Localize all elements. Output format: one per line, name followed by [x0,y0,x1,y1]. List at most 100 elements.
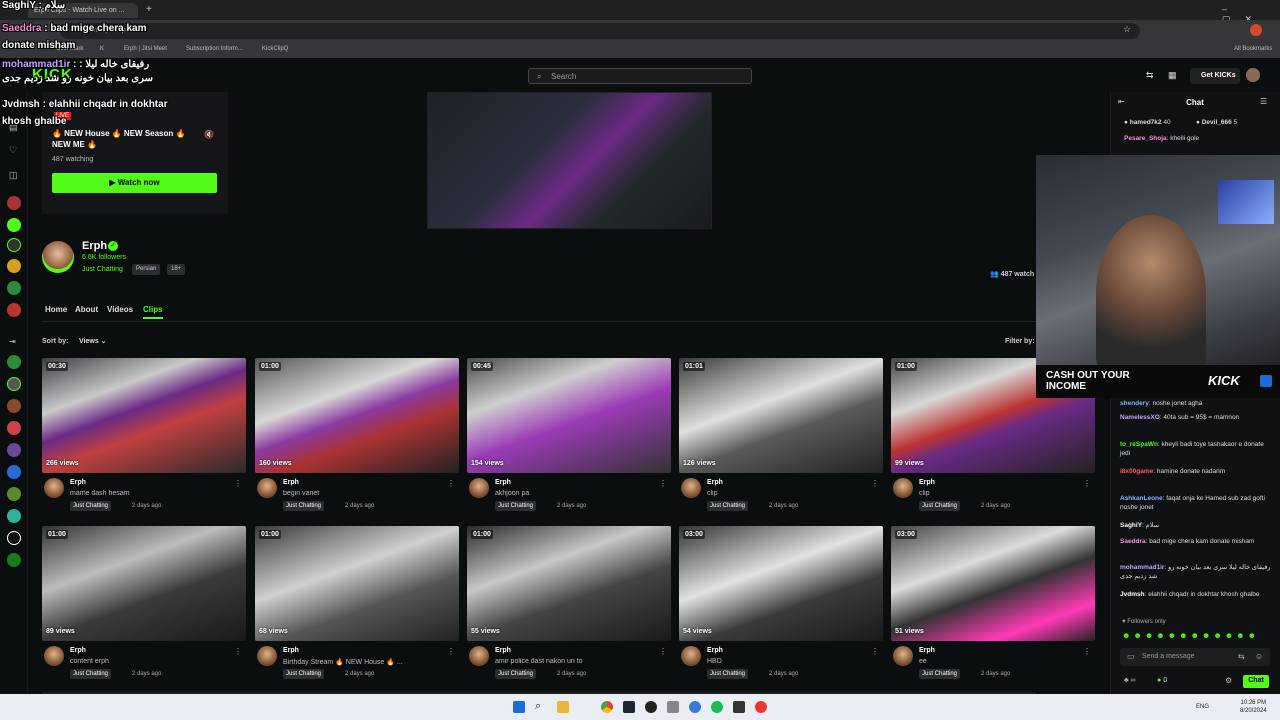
file-explorer-icon[interactable] [557,701,569,713]
clip-streamer-avatar[interactable] [257,478,277,498]
more-options-icon[interactable]: ⋮ [447,479,455,488]
clip-streamer-name[interactable]: Erph [283,479,299,486]
clip-streamer-name[interactable]: Erph [495,647,511,654]
clip-streamer-avatar[interactable] [893,646,913,666]
app-icon[interactable] [667,701,679,713]
chat-username[interactable]: SaghiY [1120,522,1142,529]
watch-now-button[interactable]: ▶ Watch now [52,173,217,193]
more-options-icon[interactable]: ⋮ [871,647,879,656]
url-input[interactable]: kick.com/erph/clips [60,23,1140,39]
clip-title[interactable]: clip [707,490,867,497]
clip-title[interactable]: HBD [707,658,867,665]
clip-streamer-avatar[interactable] [681,646,701,666]
chat-message[interactable]: AshkanLeone: faqat onja ke Hamed sub zad… [1120,494,1272,512]
channel-avatar-icon[interactable] [7,238,21,252]
bookmark-star-icon[interactable]: ☆ [1123,24,1131,35]
chat-message[interactable]: mohammad1ir: رفیقای خاله لیلا سری بعد بی… [1120,563,1272,581]
chat-message-input[interactable]: ▭ Send a message ⇆ ☺ [1120,648,1270,666]
following-icon[interactable]: ♡ [9,145,17,156]
chat-message[interactable]: Saeddra: bad mige chera kam donate misha… [1120,537,1272,546]
channel-avatar-icon[interactable] [7,487,21,501]
grid-icon[interactable]: ▦ [1168,70,1177,81]
chat-username[interactable]: to_reSpaWn [1120,441,1158,448]
clip-title[interactable]: amir police dast nakon un to [495,658,655,665]
clip-streamer-name[interactable]: Erph [707,647,723,654]
clip-title[interactable]: ee [919,658,1079,665]
chat-message[interactable]: SaghiY: سلام [1120,521,1272,530]
clip-streamer-avatar[interactable] [681,478,701,498]
channel-avatar-icon[interactable] [7,355,21,369]
clip-thumbnail[interactable]: 01:00 160 views [255,358,459,473]
chat-username[interactable]: Saeddra [1120,538,1146,545]
filter-label[interactable]: Filter by: [1005,338,1035,345]
steam-icon[interactable] [623,701,635,713]
more-options-icon[interactable]: ⋮ [447,647,455,656]
tag-pill[interactable]: 18+ [167,264,186,275]
system-clock[interactable]: 10:26 PM 8/20/2024 [1240,699,1267,715]
mute-icon[interactable]: 🔇 [204,130,214,139]
chat-users-icon[interactable]: ☰ [1260,97,1267,106]
channel-avatar-icon[interactable] [7,303,21,317]
channel-category-link[interactable]: Just Chatting [82,266,123,273]
tab-home[interactable]: Home [45,305,67,314]
clip-thumbnail[interactable]: 00:30 266 views [42,358,246,473]
channel-avatar-icon[interactable] [7,399,21,413]
kick-emote-icon[interactable]: ⇆ [1238,652,1245,661]
clip-thumbnail[interactable]: 00:45 154 views [467,358,671,473]
clip-card[interactable]: 00:45 154 views Erph akhjoon pa Just Chattin… [467,358,671,518]
chat-username[interactable]: shendery [1120,400,1149,407]
clip-streamer-name[interactable]: Erph [283,647,299,654]
clip-category[interactable]: Just Chatting [707,501,749,511]
kicks-icon[interactable]: ♣ ∞ [1124,677,1136,684]
clip-category[interactable]: Just Chatting [919,669,961,679]
emoji-icon[interactable]: ☺ [1255,652,1263,661]
channel-avatar-icon[interactable] [7,259,21,273]
chat-username[interactable]: i8x00game [1120,468,1153,475]
clip-streamer-name[interactable]: Erph [919,647,935,654]
clip-title[interactable]: akhjoon pa [495,490,655,497]
clip-streamer-name[interactable]: Erph [70,647,86,654]
more-options-icon[interactable]: ⋮ [1083,479,1091,488]
tab-videos[interactable]: Videos [107,305,133,314]
clip-streamer-name[interactable]: Erph [919,479,935,486]
clip-card[interactable]: 01:00 89 views Erph content erph Just Chatti… [42,526,246,686]
clip-category[interactable]: Just Chatting [707,669,749,679]
app-icon[interactable] [755,701,767,713]
channel-avatar-icon[interactable] [7,509,21,523]
stream-preview-player[interactable] [427,92,712,229]
bookmark-item[interactable]: KickClipQ [262,46,288,52]
channel-name[interactable]: Erph [82,240,107,252]
clip-thumbnail[interactable]: 01:01 126 views [679,358,883,473]
chat-username[interactable]: NamelessXO [1120,414,1160,421]
clip-streamer-avatar[interactable] [44,646,64,666]
more-options-icon[interactable]: ⋮ [659,647,667,656]
user-avatar[interactable] [1246,68,1260,82]
channel-avatar-icon[interactable] [7,281,21,295]
tag-pill[interactable]: Persian [132,264,161,275]
chat-message[interactable]: to_reSpaWn: kheyli badi toye tashakaor e… [1120,440,1272,458]
get-kicks-button[interactable]: Get KICKs [1190,68,1240,84]
chat-message[interactable]: NamelessXO: 40ta sub = 95$ = mamnon [1120,413,1272,422]
chrome-icon[interactable] [601,701,613,713]
send-chat-button[interactable]: Chat [1243,675,1269,688]
clip-card[interactable]: 01:01 126 views Erph clip Just Chatting 2 day… [679,358,883,518]
clip-title[interactable]: clip [919,490,1079,497]
bookmark-item[interactable]: Subscription Inform... [186,46,243,52]
new-tab-icon[interactable]: + [146,4,152,15]
channel-avatar-icon[interactable] [7,443,21,457]
more-options-icon[interactable]: ⋮ [1083,647,1091,656]
sort-dropdown[interactable]: Views ⌄ [79,337,107,345]
channel-avatar[interactable] [42,241,74,273]
all-bookmarks[interactable]: All Bookmarks [1234,46,1272,52]
clip-card[interactable]: 03:00 51 views Erph ee Just Chatting 2 days a… [891,526,1095,686]
clip-thumbnail[interactable]: 03:00 54 views [679,526,883,641]
clip-category[interactable]: Just Chatting [283,501,325,511]
search-input[interactable]: ⌕ Search [528,68,752,84]
clip-category[interactable]: Just Chatting [70,669,112,679]
clip-streamer-name[interactable]: Erph [495,479,511,486]
expand-icon[interactable]: ⇥ [9,337,16,346]
emote-row[interactable]: ☻☻☻☻☻☻☻☻☻☻☻☻ [1122,631,1259,640]
more-options-icon[interactable]: ⋮ [234,647,242,656]
chat-message[interactable]: i8x00game: hamine donate nadarim [1120,467,1272,476]
channel-avatar-icon[interactable] [7,377,21,391]
